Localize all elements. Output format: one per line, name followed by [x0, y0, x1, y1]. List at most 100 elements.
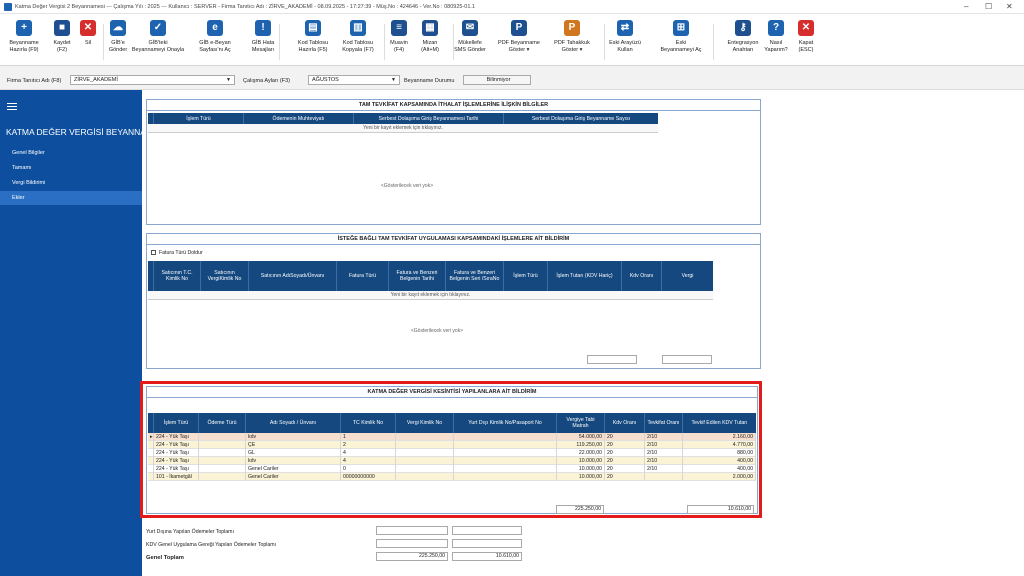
- sidebar: KATMA DEĞER VERGİSİ BEYANNAM... Genel Bi…: [0, 90, 160, 576]
- approve-icon: ✓: [150, 20, 166, 36]
- toolbar-button-label: Kod Tablosu Hazırla (F5): [297, 40, 329, 53]
- web-icon: e: [207, 20, 223, 36]
- column-header[interactable]: İşlem Türü: [504, 261, 548, 291]
- sidebar-item-tamami[interactable]: Tamamı: [0, 161, 142, 175]
- ithalat-panel-title: TAM TEVKİFAT KAPSAMINDA İTHALAT İŞLEMLER…: [147, 100, 760, 111]
- window-close-button[interactable]: ✕: [1006, 2, 1013, 12]
- beyanname-durumu-value: Bilinmiyor: [463, 75, 531, 85]
- empty-message: <Gösterilecek veri yok>: [380, 183, 434, 189]
- firma-label: Firma Tanıtıcı Adı (F8): [7, 78, 62, 84]
- chevron-down-icon: ▼: [226, 77, 231, 83]
- calisma-ay-value: AĞUSTOS: [312, 77, 339, 83]
- toolbar-separator: [453, 24, 454, 60]
- column-header[interactable]: İşlem Tutarı (KDV Hariç): [548, 261, 622, 291]
- toolbar-button-label: Kapat (ESC): [798, 40, 814, 53]
- fatura-turu-doldur-checkbox[interactable]: Fatura Türü Doldur: [151, 250, 203, 256]
- kdv-genel-tutar-box: [452, 539, 522, 548]
- genel-toplam-label: Genel Toplam: [146, 555, 184, 561]
- toolbar-separator: [384, 24, 385, 60]
- new-document-icon: +: [16, 20, 32, 36]
- toolbar-button-pdf[interactable]: P PDF Beyanname Göster ▾: [489, 20, 549, 53]
- toolbar-separator: [713, 24, 714, 60]
- toolbar-button-label: PDF Beyanname Göster ▾: [498, 40, 540, 53]
- kdv-genel-matrah-box: [376, 539, 448, 548]
- yurt-disi-odemeler-label: Yurt Dışına Yapılan Ödemeler Toplamı: [146, 529, 234, 535]
- column-header[interactable]: Fatura ve Benzeri Belgenin Tarihi: [389, 261, 446, 291]
- column-header[interactable]: İşlem Türü: [154, 113, 244, 124]
- table-copy-icon: ▥: [350, 20, 366, 36]
- toolbar-button-label: GİB'teki Beyannameyi Onayla: [131, 40, 185, 53]
- column-header[interactable]: Satıcının AdıSoyadı/Ünvanı: [249, 261, 337, 291]
- ithalat-panel: TAM TEVKİFAT KAPSAMINDA İTHALAT İŞLEMLER…: [146, 99, 761, 225]
- sidebar-item-genel-bilgiler[interactable]: Genel Bilgiler: [0, 146, 142, 160]
- total-box: [587, 355, 637, 364]
- cloud-upload-icon: ☁: [110, 20, 126, 36]
- sidebar-item-ekler[interactable]: Ekler: [0, 191, 142, 205]
- kdv-genel-odemeler-label: KDV Genel Uygulama Gereği Yapılan Ödemel…: [146, 542, 277, 548]
- total-box: [662, 355, 712, 364]
- warning-icon: !: [255, 20, 271, 36]
- genel-toplam-matrah: 225.250,00: [376, 552, 448, 561]
- close-icon: ✕: [798, 20, 814, 36]
- filter-bar: Firma Tanıtıcı Adı (F8) ZİRVE_AKADEMİ ▼ Ç…: [0, 66, 1024, 90]
- sms-icon: ✉: [462, 20, 478, 36]
- column-header[interactable]: Vergi: [662, 261, 713, 291]
- checkbox-icon: [151, 250, 156, 256]
- column-header[interactable]: Fatura ve Benzeri Belgenin Seri /SıraNo: [446, 261, 504, 291]
- toolbar-button-label: GİB e-Beyan Sayfası'nı Aç: [199, 40, 231, 53]
- menu-icon[interactable]: [7, 103, 17, 110]
- column-header[interactable]: Kdv Oranı: [622, 261, 662, 291]
- title-bar: Katma Değer Vergisi 2 Beyannamesi --- Ça…: [0, 0, 1024, 14]
- ithalat-grid-header: İşlem Türü Ödemenin Muhteviyatı Serbest …: [148, 113, 658, 124]
- toolbar-button-label: PDF Tahakkuk Göster ▾: [554, 40, 590, 53]
- toolbar-button-label: Mükellefe SMS Gönder: [454, 40, 486, 53]
- column-header[interactable]: Ödemenin Muhteviyatı: [244, 113, 354, 124]
- pdf-icon: P: [511, 20, 527, 36]
- column-header[interactable]: Serbest Dolaşıma Giriş Beyannamesi Tarih…: [354, 113, 504, 124]
- sidebar-item-vergi-bildirimi[interactable]: Vergi Bildirimi: [0, 176, 142, 190]
- toolbar-separator: [103, 24, 104, 60]
- yurt-disi-tutar-box: [452, 526, 522, 535]
- firma-value: ZİRVE_AKADEMİ: [74, 77, 118, 83]
- toolbar-button-label: Eski Beyannameyi Aç: [660, 40, 702, 53]
- toolbar-button-label: GİB'e Gönder: [108, 40, 128, 53]
- beyanname-durumu-label: Beyanname Durumu: [404, 78, 455, 84]
- table-edit-icon: ▤: [305, 20, 321, 36]
- chevron-down-icon: ▼: [391, 77, 396, 83]
- fatura-turu-doldur-label: Fatura Türü Doldur: [159, 250, 203, 256]
- column-header[interactable]: Satıcının VergiKimlik No: [201, 261, 249, 291]
- column-header[interactable]: Satıcının T.C. Kimlik No: [154, 261, 201, 291]
- window-title: Katma Değer Vergisi 2 Beyannamesi --- Ça…: [15, 4, 475, 10]
- maximize-button[interactable]: ☐: [985, 2, 992, 12]
- sidebar-title: KATMA DEĞER VERGİSİ BEYANNAM...: [6, 127, 161, 137]
- column-header[interactable]: Serbest Dolaşıma Giriş Beyanname Sayısı: [504, 113, 658, 124]
- new-record-row[interactable]: Yeni bir kayıt eklemek için tıklayınız.: [148, 124, 658, 133]
- minimize-button[interactable]: –: [964, 2, 968, 12]
- yurt-disi-matrah-box: [376, 526, 448, 535]
- toolbar-button-open-old[interactable]: ⊞ Eski Beyannameyi Aç: [651, 20, 711, 53]
- app-icon: [4, 3, 12, 11]
- switch-icon: ⇄: [617, 20, 633, 36]
- toolbar-separator: [604, 24, 605, 60]
- toolbar-button-close[interactable]: ✕ Kapat (ESC): [776, 20, 836, 53]
- toolbar-button-approve[interactable]: ✓ GİB'teki Beyannameyi Onayla: [128, 20, 188, 53]
- grid-icon: ▦: [422, 20, 438, 36]
- genel-toplam-tutar: 10.610,00: [452, 552, 522, 561]
- calisma-ay-label: Çalışma Ayları (F3): [243, 78, 290, 84]
- toolbar-separator: [279, 24, 280, 60]
- toolbar-button-pdf-orange[interactable]: P PDF Tahakkuk Göster ▾: [542, 20, 602, 53]
- new-record-row[interactable]: Yeni bir kayıt eklemek için tıklayınız.: [148, 291, 713, 300]
- toolbar-button-label: Eski Arayüzü Kullan: [609, 40, 641, 53]
- toolbar-button-label: GİB Hata Mesajları: [251, 40, 275, 53]
- firma-select[interactable]: ZİRVE_AKADEMİ ▼: [70, 75, 235, 85]
- highlight-frame: [140, 381, 762, 518]
- toolbar-button-label: Mizan (Alt+M): [421, 40, 439, 53]
- empty-message: <Gösterilecek veri yok>: [410, 328, 464, 334]
- toolbar: + Beyanname Hazırla (F9) ■ Kaydet (F2) ✕ Sil ☁…: [0, 14, 1024, 66]
- istege-bagli-panel-title: İSTEĞE BAĞLI TAM TEVKİFAT UYGULAMASI KAP…: [147, 234, 760, 245]
- open-old-icon: ⊞: [673, 20, 689, 36]
- istege-bagli-grid-header: Satıcının T.C. Kimlik No Satıcının Vergi…: [148, 261, 713, 291]
- istege-bagli-panel: İSTEĞE BAĞLI TAM TEVKİFAT UYGULAMASI KAP…: [146, 233, 761, 369]
- calisma-ay-select[interactable]: AĞUSTOS ▼: [308, 75, 400, 85]
- column-header[interactable]: Fatura Türü: [337, 261, 389, 291]
